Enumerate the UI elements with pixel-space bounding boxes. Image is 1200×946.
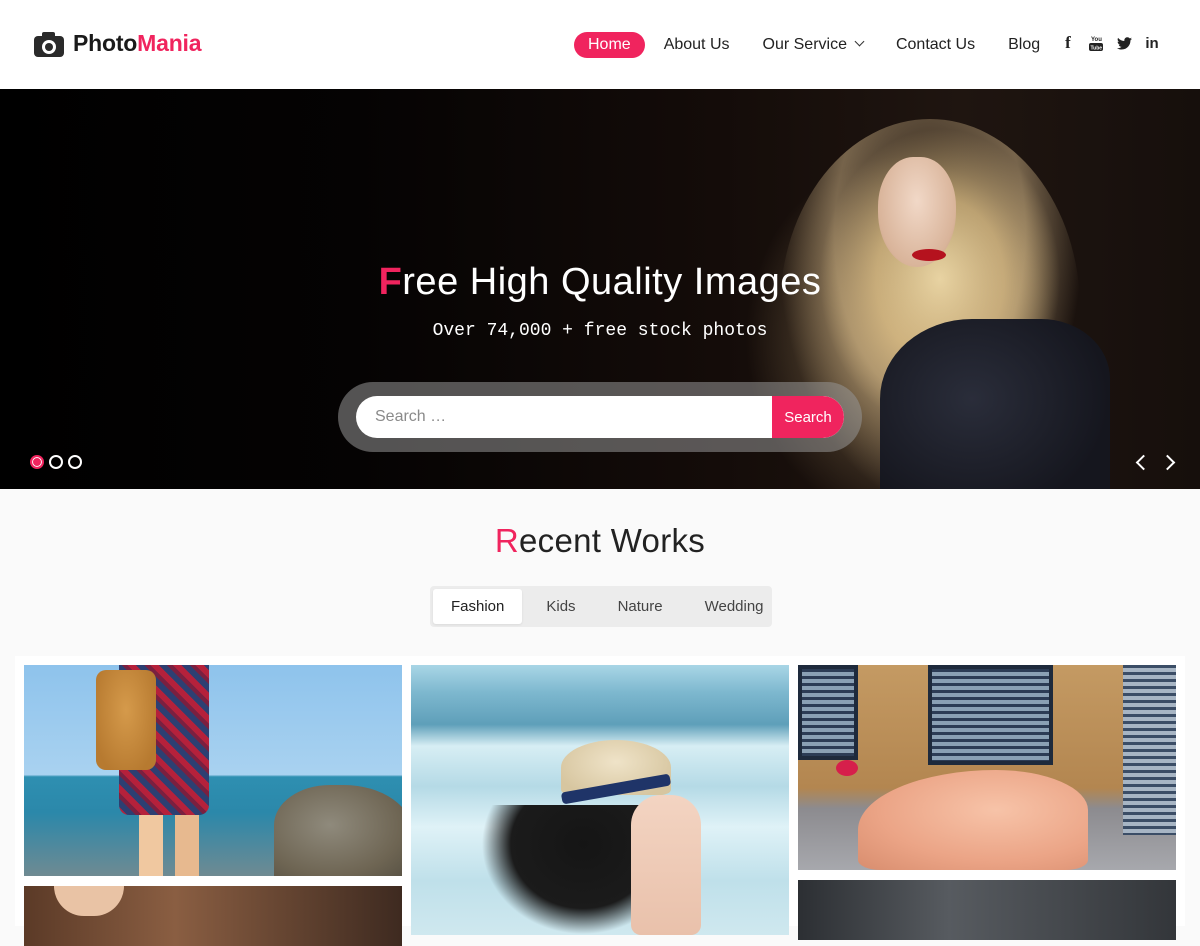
brand-name: PhotoMania [73, 30, 202, 57]
hero-title-rest: ree High Quality Images [402, 261, 822, 303]
svg-text:Tube: Tube [1091, 46, 1103, 52]
hero-title: Free High Quality Images [0, 261, 1200, 304]
camera-icon [34, 31, 64, 57]
linkedin-icon[interactable]: in [1144, 34, 1160, 52]
hero-title-first-letter: F [378, 261, 403, 303]
photo-detail [858, 770, 1088, 870]
recent-works-title: Recent Works [0, 522, 1200, 560]
brand-part-1: Photo [73, 30, 138, 56]
nav-blog[interactable]: Blog [1008, 32, 1040, 58]
slider-dot-2[interactable] [49, 455, 63, 469]
photo-detail [631, 795, 701, 935]
photo-woman-straw-hat-beach[interactable] [411, 665, 789, 935]
photo-girl-backpack-seaside[interactable] [24, 665, 402, 876]
main-nav: Home About Us Our Service Contact Us Blo… [574, 32, 1073, 58]
youtube-icon[interactable]: You Tube [1088, 34, 1104, 52]
svg-text:You: You [1091, 37, 1102, 43]
photo-bride-pink-gown[interactable] [798, 665, 1176, 870]
photo-detail [1123, 665, 1176, 835]
chevron-right-icon[interactable] [1158, 451, 1180, 473]
nav-about-us[interactable]: About Us [664, 32, 730, 58]
twitter-icon[interactable] [1116, 34, 1132, 52]
nav-home[interactable]: Home [574, 32, 645, 58]
photo-detail [836, 760, 858, 776]
slider-dot-3[interactable] [68, 455, 82, 469]
tab-fashion[interactable]: Fashion [433, 589, 523, 624]
hero-subtitle: Over 74,000 + free stock photos [432, 321, 768, 341]
nav-our-service-label: Our Service [762, 36, 847, 53]
search-form: Search [338, 382, 862, 452]
photo-detail [798, 665, 858, 760]
slider-dot-1[interactable] [30, 455, 44, 469]
search-input[interactable] [356, 396, 772, 438]
photo-detail [481, 805, 651, 935]
hero-image-lips [912, 249, 946, 261]
tab-kids[interactable]: Kids [528, 589, 593, 624]
photo-detail [139, 815, 199, 876]
photo-detail [274, 785, 402, 876]
photo-detail [54, 886, 124, 916]
social-links: f You Tube in [1060, 33, 1172, 52]
portfolio-gallery [15, 656, 1185, 946]
site-header: PhotoMania Home About Us Our Service Con… [0, 0, 1200, 89]
hero-image-coat [880, 319, 1110, 489]
slider-pagination [30, 455, 87, 469]
photo-detail [96, 670, 156, 770]
chevron-left-icon[interactable] [1130, 451, 1152, 473]
chevron-down-icon [854, 36, 865, 47]
nav-our-service[interactable]: Our Service [762, 32, 865, 58]
logo[interactable]: PhotoMania [34, 30, 202, 57]
nav-contact-us[interactable]: Contact Us [896, 32, 975, 58]
recent-works-title-first-letter: R [494, 522, 520, 559]
search-button[interactable]: Search [772, 396, 844, 438]
tab-wedding[interactable]: Wedding [687, 589, 782, 624]
portfolio-filter-tabs: Fashion Kids Nature Wedding [430, 586, 772, 627]
photo-detail [928, 665, 1053, 765]
photo-hair-closeup[interactable] [24, 886, 402, 946]
recent-works-title-rest: ecent Works [519, 522, 706, 559]
search-box: Search [356, 396, 844, 438]
tab-nature[interactable]: Nature [600, 589, 681, 624]
photo-city-street[interactable] [798, 880, 1176, 940]
facebook-icon[interactable]: f [1060, 33, 1076, 52]
hero-slider: Free High Quality Images Over 74,000 + f… [0, 89, 1200, 489]
brand-part-2: Mania [137, 30, 202, 56]
slider-arrows [1130, 451, 1186, 473]
